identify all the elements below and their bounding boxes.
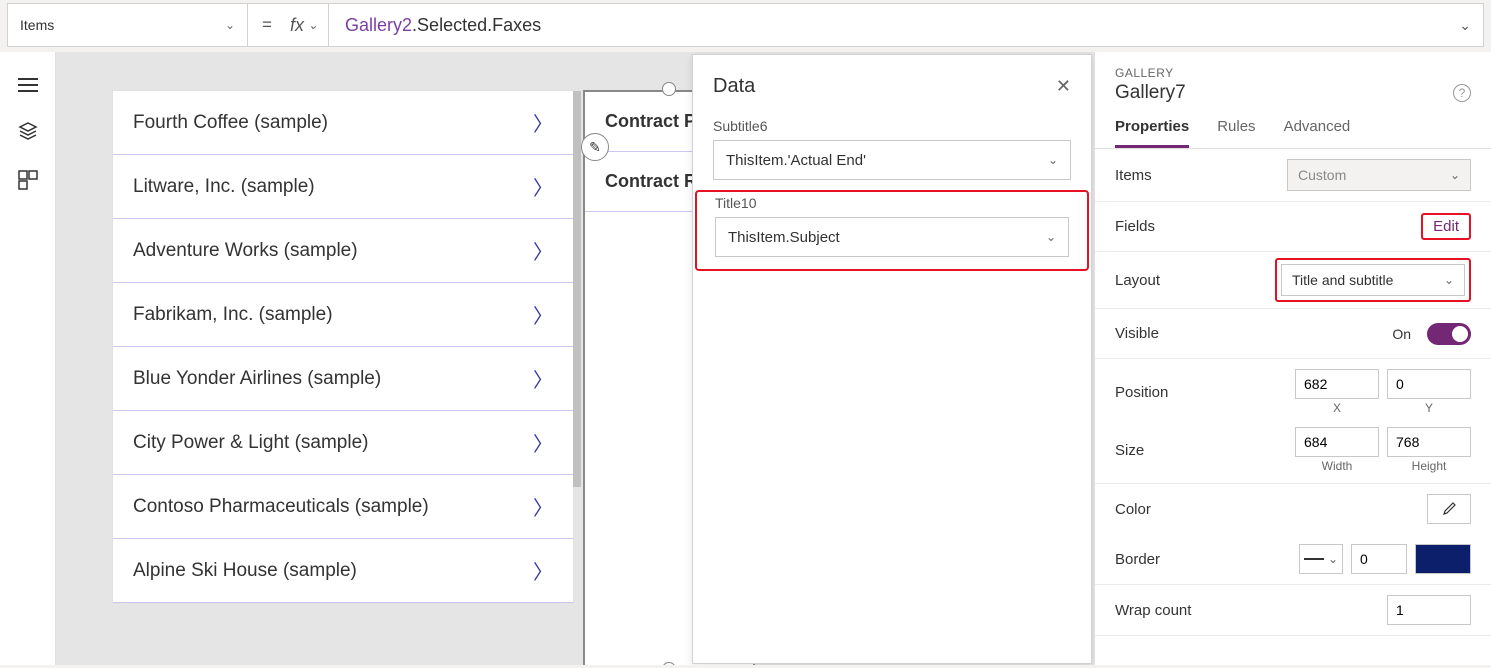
list-item[interactable]: Alpine Ski House (sample)〉 [113,539,573,603]
chevron-right-icon[interactable]: 〉 [533,108,553,137]
gallery-accounts[interactable]: Fourth Coffee (sample)〉 Litware, Inc. (s… [112,90,574,604]
subtitle6-dropdown[interactable]: ThisItem.'Actual End' ⌄ [713,140,1071,180]
border-color-picker[interactable] [1415,544,1471,574]
hamburger-icon[interactable] [18,78,38,95]
equals-sign: = [248,15,286,35]
prop-color: Color [1095,484,1491,534]
data-panel: Data ✕ Subtitle6 ThisItem.'Actual End' ⌄… [692,54,1092,664]
title10-dropdown[interactable]: ThisItem.Subject ⌄ [715,217,1069,257]
visible-toggle[interactable] [1427,323,1471,345]
prop-layout: Layout Title and subtitle ⌄ [1095,252,1491,309]
chevron-down-icon: ⌄ [1444,273,1454,287]
fields-edit-highlight: Edit [1421,213,1471,240]
size-width-input[interactable] [1295,427,1379,457]
list-item[interactable]: Contoso Pharmaceuticals (sample)〉 [113,475,573,539]
left-rail [0,52,56,665]
subtitle6-label: Subtitle6 [713,118,1071,134]
properties-panel: GALLERY Gallery7 ? Properties Rules Adva… [1094,52,1491,665]
property-dropdown-label: Items [20,17,54,33]
list-item[interactable]: Fabrikam, Inc. (sample)〉 [113,283,573,347]
title10-group-highlight: Title10 ThisItem.Subject ⌄ [695,190,1089,271]
prop-fields: Fields Edit [1095,202,1491,252]
info-icon[interactable]: ? [1453,84,1471,102]
position-y-input[interactable] [1387,369,1471,399]
chevron-down-icon: ⌄ [1328,552,1338,566]
data-panel-title: Data [713,75,755,98]
color-picker[interactable] [1427,494,1471,524]
chevron-down-icon: ⌄ [225,18,235,32]
prop-size: Size Width Height [1095,417,1491,484]
expand-formula-icon[interactable]: ⌄ [1447,17,1483,34]
list-item[interactable]: City Power & Light (sample)〉 [113,411,573,475]
size-height-input[interactable] [1387,427,1471,457]
canvas[interactable]: Fourth Coffee (sample)〉 Litware, Inc. (s… [56,52,1094,665]
chevron-down-icon: ⌄ [1450,168,1460,182]
chevron-down-icon: ⌄ [1046,230,1056,244]
chevron-down-icon: ⌄ [308,18,318,32]
prop-visible: Visible On [1095,309,1491,359]
formula-bar: Items ⌄ = fx ⌄ Gallery2.Selected.Faxes ⌄ [7,3,1484,47]
wrap-count-input[interactable] [1387,595,1471,625]
tab-properties[interactable]: Properties [1115,118,1189,148]
chevron-right-icon[interactable]: 〉 [533,364,553,393]
layers-icon[interactable] [18,121,38,144]
border-style-dropdown[interactable]: ⌄ [1299,544,1343,574]
pencil-edit-icon[interactable]: ✎ [581,133,609,161]
chevron-down-icon: ⌄ [1048,153,1058,167]
fx-indicator[interactable]: fx ⌄ [286,4,329,46]
prop-border: Border ⌄ [1095,534,1491,585]
chevron-right-icon[interactable]: 〉 [533,428,553,457]
scrollbar[interactable] [573,91,581,487]
layout-dropdown[interactable]: Title and subtitle ⌄ [1281,264,1465,296]
chevron-right-icon[interactable]: 〉 [533,492,553,521]
tab-rules[interactable]: Rules [1217,118,1255,148]
chevron-right-icon[interactable]: 〉 [533,556,553,585]
list-item[interactable]: Fourth Coffee (sample)〉 [113,91,573,155]
tab-advanced[interactable]: Advanced [1284,118,1351,148]
properties-tabs: Properties Rules Advanced [1095,110,1491,149]
layout-highlight: Title and subtitle ⌄ [1275,258,1471,302]
chevron-right-icon[interactable]: 〉 [533,300,553,329]
control-name: Gallery7 [1115,82,1186,104]
control-type-label: GALLERY [1115,66,1471,80]
items-dropdown[interactable]: Custom ⌄ [1287,159,1471,191]
selection-handle[interactable] [662,82,676,96]
components-icon[interactable] [18,170,38,193]
close-icon[interactable]: ✕ [1056,76,1071,97]
position-x-input[interactable] [1295,369,1379,399]
title10-label: Title10 [715,195,1069,211]
main-area: Fourth Coffee (sample)〉 Litware, Inc. (s… [0,52,1491,665]
chevron-right-icon[interactable]: 〉 [533,172,553,201]
prop-position: Position X Y [1095,359,1491,417]
fields-edit-link[interactable]: Edit [1433,218,1459,235]
prop-wrap-count: Wrap count [1095,585,1491,636]
list-item[interactable]: Adventure Works (sample)〉 [113,219,573,283]
property-dropdown[interactable]: Items ⌄ [8,4,248,46]
fx-label: fx [290,15,304,36]
prop-items: Items Custom ⌄ [1095,149,1491,202]
formula-token-rest: .Selected.Faxes [412,15,541,35]
chevron-right-icon[interactable]: 〉 [533,236,553,265]
border-width-input[interactable] [1351,544,1407,574]
formula-token-gallery: Gallery2 [345,15,412,35]
list-item[interactable]: Blue Yonder Airlines (sample)〉 [113,347,573,411]
list-item[interactable]: Litware, Inc. (sample)〉 [113,155,573,219]
formula-input[interactable]: Gallery2.Selected.Faxes [329,4,1447,46]
